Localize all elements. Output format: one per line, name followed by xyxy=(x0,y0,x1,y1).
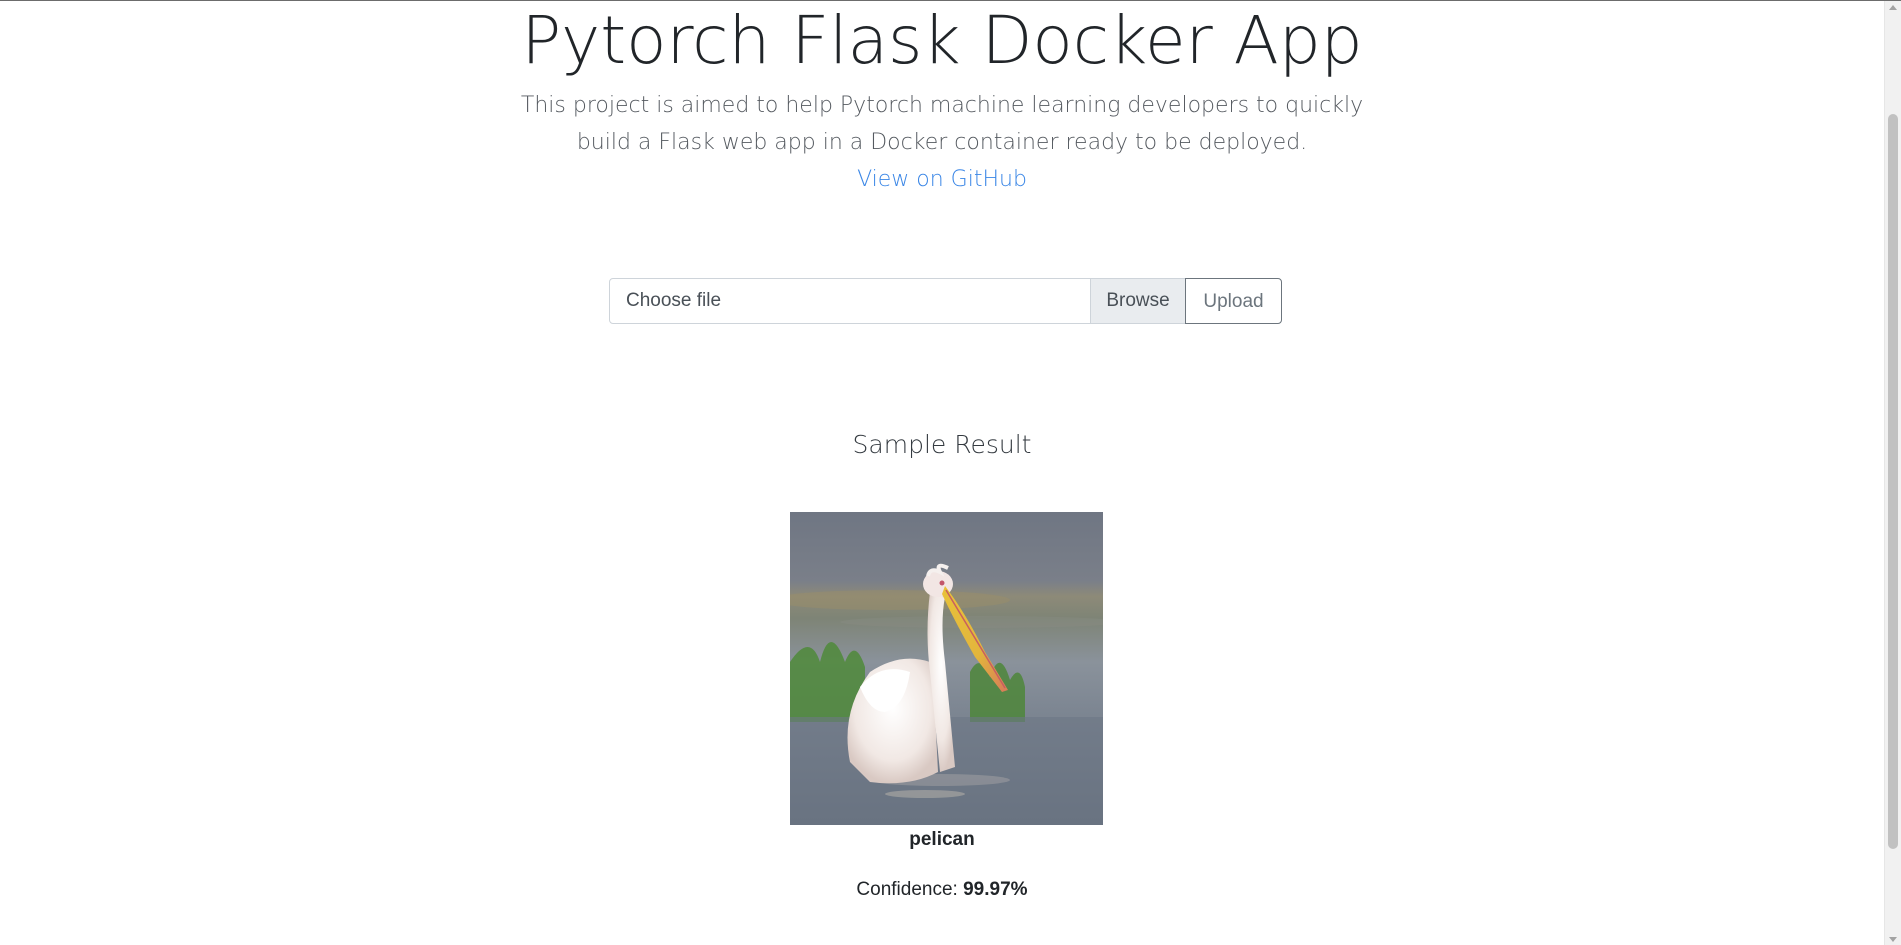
browse-button[interactable]: Browse xyxy=(1090,279,1185,323)
pelican-image xyxy=(790,512,1103,825)
page: Pytorch Flask Docker App This project is… xyxy=(0,0,1901,945)
prediction-class: pelican xyxy=(909,829,975,850)
sample-image xyxy=(790,512,1103,825)
page-title: Pytorch Flask Docker App xyxy=(521,2,1363,79)
scroll-down-icon[interactable] xyxy=(1889,937,1897,942)
sample-result-heading: Sample Result xyxy=(852,430,1032,459)
github-link[interactable]: View on GitHub xyxy=(0,161,1884,198)
scroll-up-icon[interactable] xyxy=(1889,5,1897,10)
vertical-scrollbar[interactable] xyxy=(1884,1,1901,945)
confidence-label: Confidence: xyxy=(856,879,958,900)
scroll-thumb[interactable] xyxy=(1888,114,1898,849)
file-input-label[interactable]: Choose file xyxy=(610,279,1090,323)
upload-form: Choose file Browse Upload xyxy=(609,278,1282,324)
project-description: This project is aimed to help Pytorch ma… xyxy=(520,93,1364,155)
main-content: Pytorch Flask Docker App This project is… xyxy=(0,1,1884,198)
prediction-confidence: Confidence: 99.97% xyxy=(0,877,1884,903)
file-input[interactable]: Choose file Browse xyxy=(609,278,1186,324)
confidence-value: 99.97% xyxy=(963,879,1028,900)
upload-button[interactable]: Upload xyxy=(1185,278,1282,324)
